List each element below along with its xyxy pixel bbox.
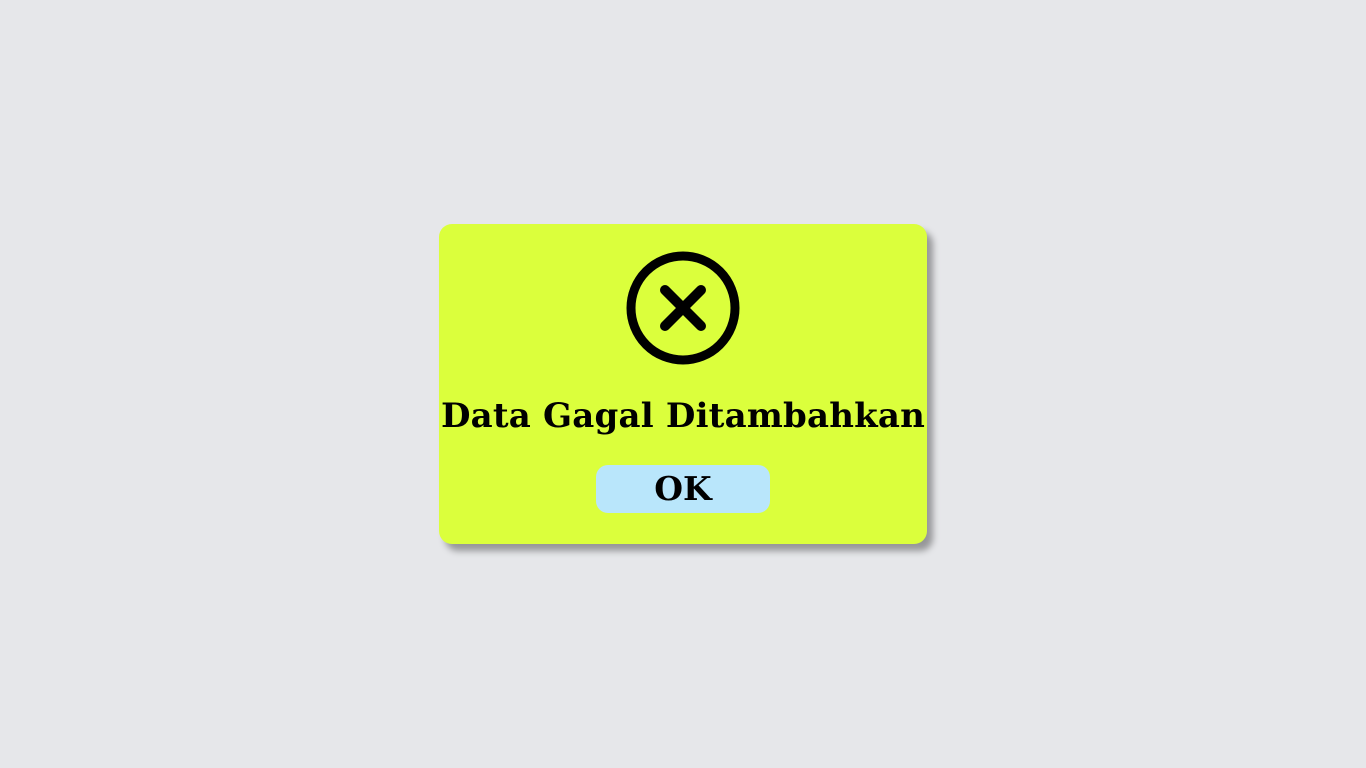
- close-circle-icon: [625, 250, 741, 366]
- dialog-message: Data Gagal Ditambahkan: [440, 396, 926, 436]
- ok-button[interactable]: OK: [596, 465, 770, 513]
- page-background: Data Gagal Ditambahkan OK: [0, 0, 1366, 768]
- error-dialog: Data Gagal Ditambahkan OK: [439, 224, 927, 544]
